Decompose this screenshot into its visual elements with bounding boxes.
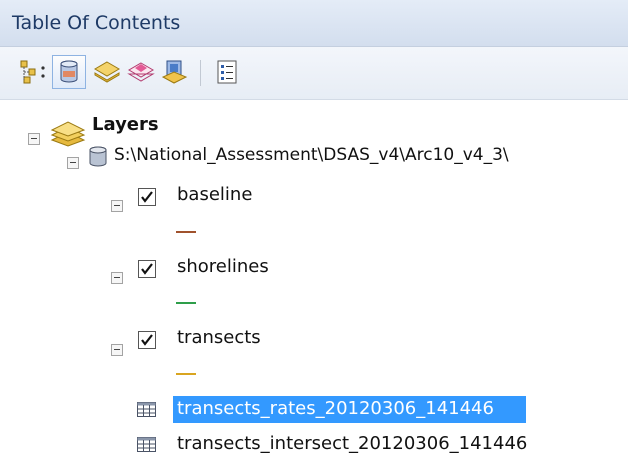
layers-root-label[interactable]: Layers <box>92 114 159 135</box>
toolbar-separator <box>200 60 201 86</box>
table-icon <box>137 437 156 452</box>
shorelines-visibility-checkbox[interactable] <box>138 260 156 278</box>
toc-tree: Layers S:\National_Assessment\DSAS_v4\Ar… <box>0 100 628 470</box>
layers-icon <box>50 121 86 147</box>
toc-title-bar: Table Of Contents <box>0 0 628 47</box>
layers-visibility-icon <box>94 61 120 83</box>
table-label-transects-intersect[interactable]: transects_intersect_20120306_141446 <box>177 433 527 454</box>
checkmark-icon <box>141 191 153 203</box>
table-label-transects-rates[interactable]: transects_rates_20120306_141446 <box>177 398 494 419</box>
options-list-icon <box>217 60 237 84</box>
checkmark-icon <box>141 334 153 346</box>
list-by-source-button[interactable] <box>52 55 86 89</box>
collapse-shorelines-toggle[interactable] <box>111 272 123 284</box>
selection-icon <box>127 62 155 82</box>
list-by-drawing-order-button[interactable] <box>18 55 52 89</box>
baseline-line-symbol[interactable] <box>176 231 196 233</box>
data-source-path[interactable]: S:\National_Assessment\DSAS_v4\Arc10_v4_… <box>114 145 509 165</box>
collapse-baseline-toggle[interactable] <box>111 200 123 212</box>
layer-label-shorelines[interactable]: shorelines <box>177 256 269 277</box>
transects-visibility-checkbox[interactable] <box>138 331 156 349</box>
toc-toolbar <box>0 47 628 100</box>
database-icon <box>89 146 107 167</box>
baseline-visibility-checkbox[interactable] <box>138 188 156 206</box>
table-icon <box>137 402 156 417</box>
list-by-selection-button[interactable] <box>124 55 158 89</box>
collapse-layers-toggle[interactable] <box>28 133 40 145</box>
database-icon <box>60 60 78 83</box>
collapse-transects-toggle[interactable] <box>111 344 123 356</box>
window-title: Table Of Contents <box>12 12 181 34</box>
list-by-selection-alt-button[interactable] <box>158 55 192 89</box>
layer-label-baseline[interactable]: baseline <box>177 184 252 205</box>
selectable-layers-icon <box>161 60 188 84</box>
layer-label-transects[interactable]: transects <box>177 327 261 348</box>
checkmark-icon <box>141 263 153 275</box>
shorelines-line-symbol[interactable] <box>176 302 196 304</box>
drawing-order-icon <box>20 60 45 84</box>
transects-line-symbol[interactable] <box>176 373 196 375</box>
list-by-visibility-button[interactable] <box>90 55 124 89</box>
collapse-source-toggle[interactable] <box>67 157 79 169</box>
options-button[interactable] <box>210 55 244 89</box>
